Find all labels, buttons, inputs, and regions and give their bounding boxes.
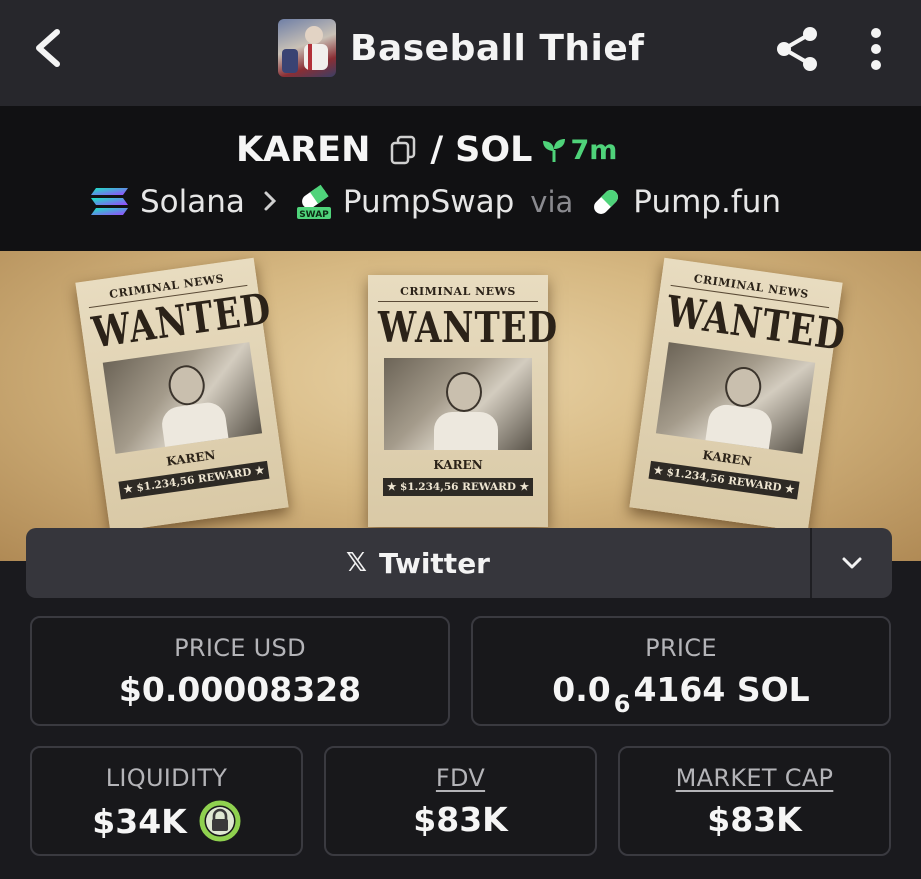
liquidity-label: LIQUIDITY <box>105 764 228 792</box>
pair-base-symbol: KAREN <box>236 130 371 170</box>
price-native-label: PRICE <box>645 634 717 662</box>
pair-quote-symbol: SOL <box>455 130 533 170</box>
price-native-card: PRICE 0.0 6 4164 SOL <box>471 616 891 726</box>
svg-text:SWAP: SWAP <box>299 210 329 220</box>
liquidity-value: $34K <box>92 800 241 842</box>
token-title-group: Baseball Thief <box>278 18 644 78</box>
token-banner-image: CRIMINAL NEWS WANTED KAREN ★ $1.234,56 R… <box>0 251 921 561</box>
share-icon <box>777 27 817 71</box>
page-title: Baseball Thief <box>350 27 645 69</box>
pair-header: KAREN / SOL 7m Solana SWAP PumpSwap via … <box>0 106 921 251</box>
socials-expand-button[interactable] <box>812 528 892 598</box>
pair-separator: / <box>430 130 444 170</box>
more-options-button[interactable] <box>856 22 896 76</box>
chevron-right-icon <box>263 184 277 220</box>
twitter-label: Twitter <box>378 546 490 580</box>
market-cap-card: MARKET CAP $83K <box>618 746 891 856</box>
dex-link[interactable]: PumpSwap <box>343 184 514 220</box>
liquidity-card: LIQUIDITY $34K <box>30 746 303 856</box>
price-usd-label: PRICE USD <box>174 634 306 662</box>
pumpswap-icon: SWAP <box>296 184 331 220</box>
token-avatar[interactable] <box>278 19 336 77</box>
wanted-poster: CRIMINAL NEWS WANTED KAREN ★ $1.234,56 R… <box>629 257 849 533</box>
launchpad-link[interactable]: Pump.fun <box>633 184 781 220</box>
price-usd-value: $0.00008328 <box>118 670 362 709</box>
market-cap-value: $83K <box>707 800 802 839</box>
pair-name-line: KAREN / SOL 7m <box>236 128 617 172</box>
fdv-value: $83K <box>413 800 508 839</box>
x-logo-icon: 𝕏 <box>345 548 367 578</box>
app-bar: Baseball Thief <box>0 0 921 106</box>
more-vertical-icon <box>871 28 881 70</box>
via-label: via <box>530 185 574 219</box>
wanted-poster: CRIMINAL NEWS WANTED KAREN ★ $1.234,56 R… <box>75 257 289 533</box>
seedling-icon <box>543 139 566 162</box>
wanted-poster: CRIMINAL NEWS WANTED KAREN ★ $1.234,56 R… <box>368 275 557 527</box>
copy-icon[interactable] <box>388 135 418 165</box>
price-native-value: 0.0 6 4164 SOL <box>552 670 810 718</box>
market-cap-label[interactable]: MARKET CAP <box>676 764 834 792</box>
price-usd-card: PRICE USD $0.00008328 <box>30 616 450 726</box>
pair-age: 7m <box>570 134 618 166</box>
twitter-link-button[interactable]: 𝕏 Twitter <box>26 528 812 598</box>
back-button[interactable] <box>24 24 72 72</box>
route-breadcrumb: Solana SWAP PumpSwap via Pump.fun <box>90 180 781 224</box>
share-button[interactable] <box>770 22 824 76</box>
socials-bar: 𝕏 Twitter <box>26 528 892 598</box>
chevron-down-icon <box>842 557 862 569</box>
lock-icon[interactable] <box>199 800 241 842</box>
fdv-card: FDV $83K <box>324 746 597 856</box>
fdv-label[interactable]: FDV <box>436 764 485 792</box>
solana-icon <box>91 188 128 215</box>
pumpfun-pill-icon <box>594 190 619 214</box>
chevron-left-icon <box>36 29 60 67</box>
chain-link[interactable]: Solana <box>140 184 245 220</box>
